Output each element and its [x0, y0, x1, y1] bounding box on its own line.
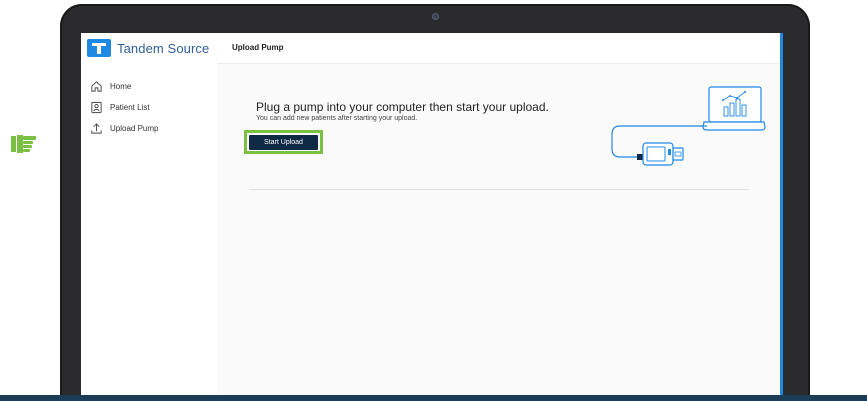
app-window: Tandem Source Home Patient List Upload P…: [81, 33, 783, 399]
brand-logo[interactable]: Tandem Source: [87, 39, 209, 57]
header: Upload Pump EE: [217, 33, 780, 64]
sidebar-item-patient-list[interactable]: Patient List: [90, 97, 158, 118]
pump-laptop-illustration: [611, 86, 766, 166]
home-icon: [91, 81, 102, 92]
start-upload-button[interactable]: Start Upload: [249, 135, 318, 150]
sidebar-item-upload-pump[interactable]: Upload Pump: [90, 118, 158, 139]
page-title: Upload Pump: [232, 43, 284, 52]
pointing-hand-icon: [11, 135, 36, 153]
sidebar: Tandem Source Home Patient List Upload P…: [81, 33, 217, 399]
patient-list-icon: [91, 101, 102, 114]
sidebar-item-label: Patient List: [110, 103, 150, 112]
laptop-frame: Tandem Source Home Patient List Upload P…: [60, 4, 810, 401]
webcam: [432, 13, 439, 20]
content-divider: [249, 189, 749, 190]
sidebar-item-label: Upload Pump: [110, 124, 159, 133]
screen-edge: [780, 33, 783, 399]
sidebar-nav: Home Patient List Upload Pump: [90, 76, 158, 139]
sidebar-item-home[interactable]: Home: [90, 76, 158, 97]
brand-name: Tandem Source: [117, 40, 210, 56]
upload-heading: Plug a pump into your computer then star…: [256, 100, 549, 114]
upload-subtext: You can add new patients after starting …: [256, 115, 418, 122]
tandem-logo-icon: [87, 39, 111, 57]
bottom-strip: [0, 395, 867, 401]
sidebar-item-label: Home: [110, 82, 132, 91]
upload-icon: [91, 123, 102, 134]
